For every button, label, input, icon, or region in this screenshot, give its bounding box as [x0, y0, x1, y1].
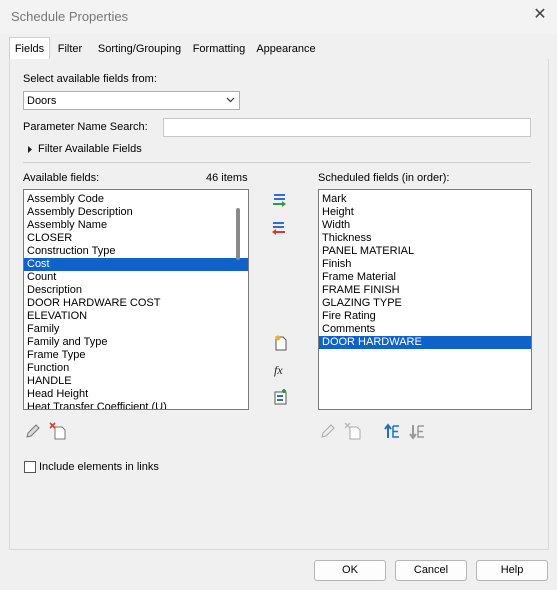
list-item[interactable]: DOOR HARDWARE [319, 336, 531, 349]
delete-parameter-icon[interactable] [344, 422, 362, 440]
category-value: Doors [27, 95, 57, 107]
list-item[interactable]: Head Height [24, 388, 248, 401]
list-item[interactable]: Assembly Name [24, 219, 248, 232]
add-parameter-icon[interactable] [270, 191, 288, 209]
list-item[interactable]: GLAZING TYPE [319, 297, 531, 310]
tab-sorting-grouping[interactable]: Sorting/Grouping [93, 40, 186, 59]
category-dropdown[interactable]: Doors [23, 91, 240, 110]
tab-fields[interactable]: Fields [9, 37, 50, 61]
list-item[interactable]: Width [319, 219, 531, 232]
scheduled-fields-list[interactable]: Mark Height Width Thickness PANEL MATERIAL Fi… [318, 189, 532, 410]
edit-parameter-icon[interactable] [24, 422, 42, 440]
list-item[interactable]: Assembly Code [24, 193, 248, 206]
list-item[interactable]: Height [319, 206, 531, 219]
tab-formatting[interactable]: Formatting [189, 40, 249, 59]
combine-parameters-icon[interactable] [272, 388, 290, 406]
list-item[interactable]: Cost [24, 258, 248, 271]
available-fields-list[interactable]: Assembly Code Assembly Description Assembl… [23, 189, 249, 410]
list-item[interactable]: Assembly Description [24, 206, 248, 219]
include-links-checkbox[interactable] [24, 461, 36, 473]
list-item[interactable]: Family [24, 323, 248, 336]
list-item[interactable]: Frame Type [24, 349, 248, 362]
available-scrollbar-thumb[interactable] [236, 208, 240, 260]
list-item[interactable]: Construction Type [24, 245, 248, 258]
filter-available-label: Filter Available Fields [38, 143, 142, 155]
param-search-input[interactable] [163, 118, 531, 137]
new-parameter-icon[interactable] [272, 334, 290, 352]
list-item[interactable]: Heat Transfer Coefficient (U) [24, 401, 248, 409]
help-button[interactable]: Help [476, 560, 548, 581]
ok-button[interactable]: OK [314, 560, 386, 581]
remove-parameter-icon[interactable] [270, 219, 288, 237]
scheduled-fields-label: Scheduled fields (in order): [318, 172, 450, 184]
param-search-label: Parameter Name Search: [23, 121, 148, 133]
list-item[interactable]: Description [24, 284, 248, 297]
list-item[interactable]: CLOSER [24, 232, 248, 245]
cancel-button[interactable]: Cancel [395, 560, 467, 581]
tab-filter[interactable]: Filter [51, 40, 89, 59]
list-item[interactable]: Thickness [319, 232, 531, 245]
calculated-value-icon[interactable]: fx [272, 361, 290, 379]
list-item[interactable]: ELEVATION [24, 310, 248, 323]
expand-arrow-icon[interactable] [26, 145, 34, 154]
close-icon[interactable]: ✕ [531, 6, 549, 24]
select-fields-label: Select available fields from: [23, 73, 157, 85]
list-item[interactable]: Function [24, 362, 248, 375]
svg-text:fx: fx [274, 363, 283, 377]
chevron-down-icon [226, 97, 235, 103]
list-item[interactable]: HANDLE [24, 375, 248, 388]
list-item[interactable]: Comments [319, 323, 531, 336]
window-title: Schedule Properties [11, 9, 129, 24]
available-fields-label: Available fields: [23, 172, 100, 184]
list-item[interactable]: Mark [319, 193, 531, 206]
list-item[interactable]: Count [24, 271, 248, 284]
tab-appearance[interactable]: Appearance [253, 40, 319, 59]
include-links-label: Include elements in links [39, 461, 159, 473]
move-down-icon[interactable] [408, 422, 426, 440]
list-item[interactable]: PANEL MATERIAL [319, 245, 531, 258]
list-item[interactable]: Family and Type [24, 336, 248, 349]
list-item[interactable]: DOOR HARDWARE COST [24, 297, 248, 310]
list-item[interactable]: Frame Material [319, 271, 531, 284]
delete-parameter-icon[interactable] [49, 422, 67, 440]
list-item[interactable]: FRAME FINISH [319, 284, 531, 297]
available-count: 46 items [206, 172, 248, 184]
move-up-icon[interactable] [383, 422, 401, 440]
list-item[interactable]: Finish [319, 258, 531, 271]
edit-parameter-icon[interactable] [319, 422, 337, 440]
list-item[interactable]: Fire Rating [319, 310, 531, 323]
